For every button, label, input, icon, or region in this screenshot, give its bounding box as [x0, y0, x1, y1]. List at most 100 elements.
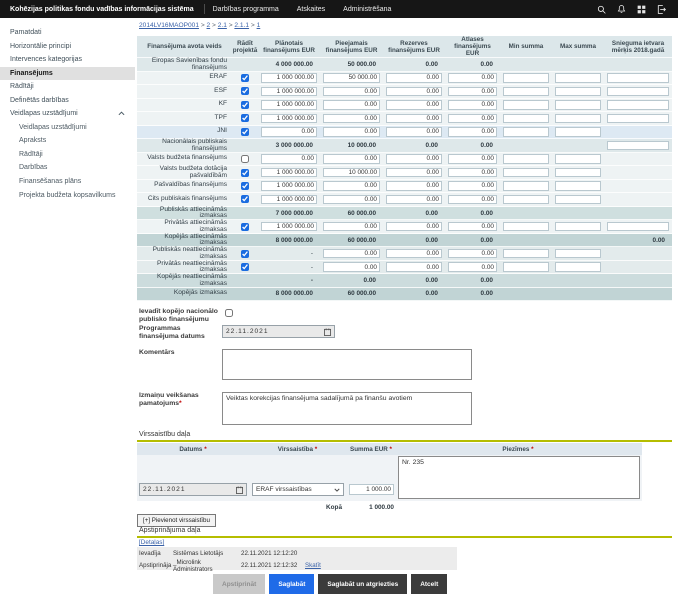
amount-input[interactable] [448, 262, 497, 272]
amount-input[interactable] [386, 154, 442, 164]
show-in-project-checkbox[interactable] [241, 101, 249, 109]
sidebar-item[interactable]: Apraksts [0, 134, 135, 148]
amount-input[interactable] [555, 168, 601, 178]
sidebar-item[interactable]: Rādītāji [0, 148, 135, 162]
amount-input[interactable] [386, 114, 442, 124]
amount-input[interactable] [323, 249, 380, 259]
amount-input[interactable] [386, 181, 442, 191]
amount-input[interactable] [386, 249, 442, 259]
amount-input[interactable] [386, 222, 442, 232]
amount-input[interactable] [607, 222, 669, 232]
approve-button[interactable]: Apstiprināt [213, 574, 265, 594]
amount-input[interactable] [555, 87, 601, 97]
amount-input[interactable] [503, 127, 549, 137]
show-in-project-checkbox[interactable] [241, 195, 249, 203]
amount-input[interactable] [503, 154, 549, 164]
show-in-project-checkbox[interactable] [241, 223, 249, 231]
amount-input[interactable] [386, 262, 442, 272]
amount-input[interactable] [448, 249, 497, 259]
amount-input[interactable] [555, 195, 601, 205]
sidebar-item[interactable]: Intervences kategorijas [0, 53, 135, 67]
amount-input[interactable] [607, 100, 669, 110]
show-in-project-checkbox[interactable] [241, 114, 249, 122]
amount-input[interactable] [386, 195, 442, 205]
cancel-button[interactable]: Atcelt [411, 574, 447, 594]
amount-input[interactable] [261, 114, 317, 124]
add-virssaistiba-button[interactable]: [+] Pievienot virssaistību [137, 514, 216, 527]
search-icon[interactable] [597, 5, 606, 14]
breadcrumb-link[interactable]: 2014LV16MAOP001 [139, 22, 199, 29]
amount-input[interactable] [386, 127, 442, 137]
amount-input[interactable] [261, 100, 317, 110]
comment-textarea[interactable] [222, 349, 472, 380]
amount-input[interactable] [503, 73, 549, 83]
amount-input[interactable] [555, 181, 601, 191]
amount-input[interactable] [607, 87, 669, 97]
amount-input[interactable] [503, 249, 549, 259]
amount-input[interactable] [503, 262, 549, 272]
amount-input[interactable] [323, 114, 380, 124]
amount-input[interactable] [323, 100, 380, 110]
amount-input[interactable] [323, 73, 380, 83]
sidebar-item[interactable]: Pamatdati [0, 26, 135, 40]
show-in-project-checkbox[interactable] [241, 87, 249, 95]
enter-total-checkbox[interactable] [225, 309, 233, 317]
amount-input[interactable] [323, 195, 380, 205]
amount-input[interactable] [503, 195, 549, 205]
save-button[interactable]: Saglabāt [269, 574, 314, 594]
show-in-project-checkbox[interactable] [241, 250, 249, 258]
amount-input[interactable] [448, 181, 497, 191]
amount-input[interactable] [386, 73, 442, 83]
amount-input[interactable] [448, 154, 497, 164]
amount-input[interactable] [261, 168, 317, 178]
amount-input[interactable] [323, 262, 380, 272]
amount-input[interactable] [323, 154, 380, 164]
sidebar-item[interactable]: Horizontālie principi [0, 40, 135, 54]
amount-input[interactable] [555, 249, 601, 259]
breadcrumb-link[interactable]: 2.1 [218, 22, 227, 29]
amount-input[interactable] [261, 222, 317, 232]
show-in-project-checkbox[interactable] [241, 169, 249, 177]
bell-icon[interactable] [617, 4, 626, 14]
amount-input[interactable] [448, 222, 497, 232]
sidebar-item[interactable]: Darbības [0, 161, 135, 175]
amount-input[interactable] [555, 154, 601, 164]
virssaistiba-select[interactable]: ERAF virssaistības [252, 483, 344, 496]
sidebar-item[interactable]: Veidlapas uzstādījumi [0, 107, 135, 121]
sidebar-item[interactable]: Finansējums [0, 67, 135, 81]
sidebar-item[interactable]: Finansēšanas plāns [0, 175, 135, 189]
amount-input[interactable] [503, 181, 549, 191]
amount-input[interactable] [386, 100, 442, 110]
amount-input[interactable] [448, 168, 497, 178]
show-in-project-checkbox[interactable] [241, 128, 249, 136]
amount-input[interactable] [555, 73, 601, 83]
sidebar-item[interactable]: Veidlapas uzstādījumi [0, 121, 135, 135]
amount-input[interactable] [607, 114, 669, 124]
virssaistiba-notes-textarea[interactable]: Nr. 235 [398, 456, 640, 499]
amount-input[interactable] [555, 114, 601, 124]
amount-input[interactable] [261, 87, 317, 97]
details-link[interactable]: [Detaļas] [139, 539, 164, 546]
save-and-return-button[interactable]: Saglabāt un atgriezties [318, 574, 407, 594]
virssaistiba-date-input[interactable]: 22.11.2021 [139, 483, 247, 496]
breadcrumb-link[interactable]: 1 [257, 22, 261, 29]
amount-input[interactable] [261, 181, 317, 191]
amount-input[interactable] [448, 114, 497, 124]
breadcrumb-link[interactable]: 2.1.1 [234, 22, 249, 29]
amount-input[interactable] [323, 168, 380, 178]
amount-input[interactable] [448, 73, 497, 83]
view-link[interactable]: Skatīt [305, 562, 321, 569]
amount-input[interactable] [503, 168, 549, 178]
show-in-project-checkbox[interactable] [241, 263, 249, 271]
app-switcher-icon[interactable] [637, 5, 646, 14]
sidebar-item[interactable]: Definētās darbības [0, 94, 135, 108]
amount-input[interactable] [386, 168, 442, 178]
amount-input[interactable] [448, 100, 497, 110]
logout-icon[interactable] [657, 5, 666, 14]
amount-input[interactable] [386, 87, 442, 97]
amount-input[interactable] [503, 100, 549, 110]
amount-input[interactable] [503, 222, 549, 232]
amount-input[interactable] [448, 87, 497, 97]
amount-input[interactable] [323, 181, 380, 191]
show-in-project-checkbox[interactable] [241, 74, 249, 82]
